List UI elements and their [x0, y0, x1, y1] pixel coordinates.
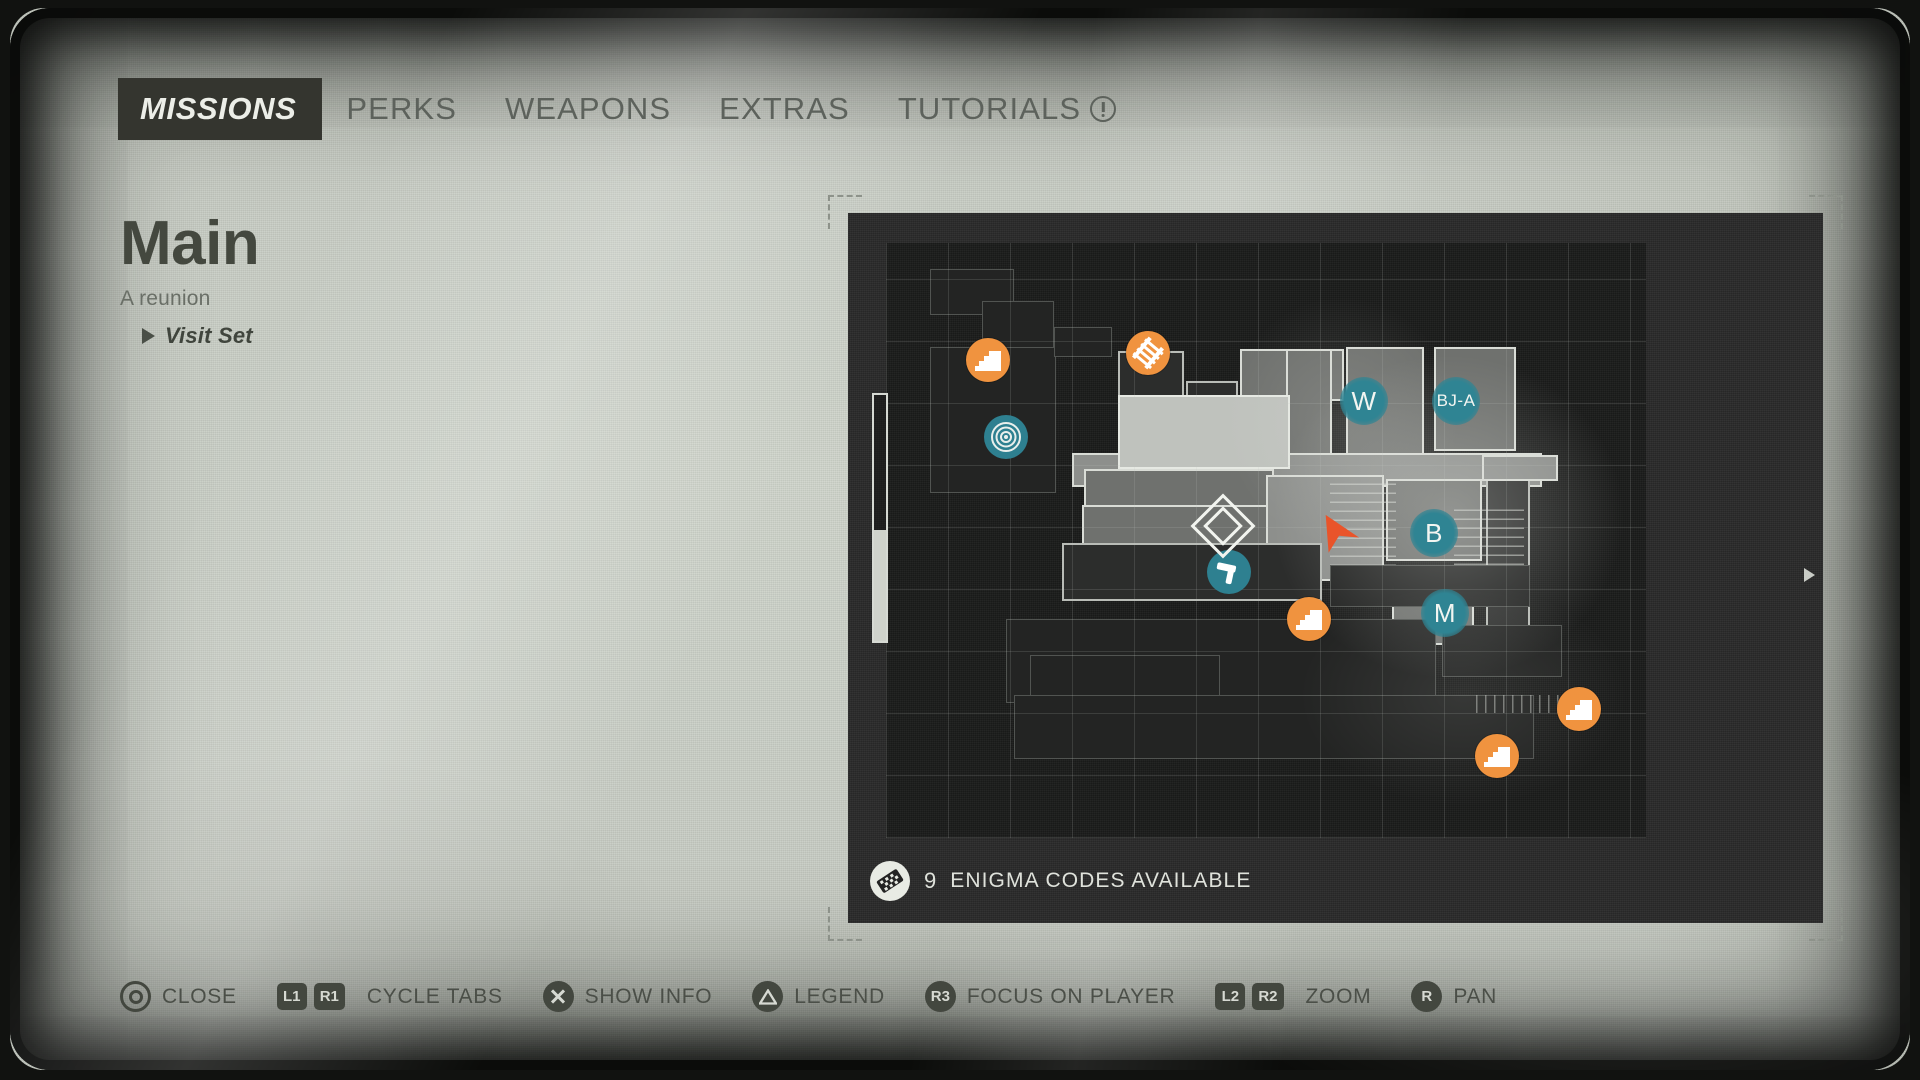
hint-focus-on-player[interactable]: R3 FOCUS ON PLAYER: [924, 981, 1176, 1012]
mission-subtitle: A reunion: [120, 287, 211, 310]
hint-label: LEGEND: [794, 984, 885, 1008]
page-title: Main: [120, 209, 260, 278]
hint-close[interactable]: CLOSE: [120, 981, 237, 1012]
ladder-icon: [1127, 332, 1169, 374]
visit-set-button[interactable]: Visit Set: [142, 323, 259, 349]
visit-set-label: Visit Set: [165, 323, 253, 348]
tab-label: TUTORIALS: [897, 91, 1082, 126]
shoulder-button-group: L1 R1: [276, 983, 345, 1010]
hint-label: CLOSE: [162, 984, 237, 1008]
stairs-icon: [1296, 608, 1322, 630]
map-marker-room-m[interactable]: M: [1421, 589, 1469, 637]
hint-label: SHOW INFO: [584, 984, 713, 1008]
map-viewport[interactable]: W BJ-A B M 9 ENIGMA CODES AVAILABLE: [848, 213, 1823, 923]
target-icon: [991, 422, 1021, 452]
map-marker-ladder-n[interactable]: [1126, 331, 1170, 375]
tab-tutorials[interactable]: TUTORIALS: [874, 79, 1140, 139]
hint-label: FOCUS ON PLAYER: [966, 984, 1176, 1008]
caret-right-icon: [1804, 568, 1815, 582]
button-r-icon: R: [1411, 981, 1443, 1012]
tab-label: WEAPONS: [505, 91, 672, 126]
map-marker-stairs-s[interactable]: [1475, 734, 1519, 778]
button-triangle-icon: [752, 981, 784, 1012]
button-l2-icon: L2: [1215, 983, 1246, 1010]
button-r1-icon: R1: [313, 983, 345, 1010]
hint-label: ZOOM: [1305, 984, 1372, 1008]
shoulder-button-group: L2 R2: [1215, 983, 1284, 1010]
map-marker-stairs-center[interactable]: [1287, 597, 1331, 641]
hammer-icon: [1214, 557, 1244, 587]
hint-zoom[interactable]: L2 R2 ZOOM: [1215, 983, 1371, 1010]
stairs-icon: [975, 349, 1001, 371]
hint-cycle-tabs[interactable]: L1 R1 CYCLE TABS: [276, 983, 503, 1010]
button-hint-bar: CLOSE L1 R1 CYCLE TABS SHOW INFO LEGEND R3 FOCU…: [120, 981, 1537, 1012]
tab-label: PERKS: [346, 91, 457, 126]
hint-legend[interactable]: LEGEND: [752, 981, 885, 1012]
tab-label: MISSIONS: [140, 91, 297, 126]
hint-label: PAN: [1453, 984, 1498, 1008]
map-level-slider[interactable]: [872, 393, 888, 643]
map-marker-label: BJ-A: [1436, 391, 1476, 410]
enigma-count: 9: [924, 868, 937, 893]
button-l1-icon: L1: [276, 983, 307, 1010]
map-marker-label: W: [1351, 385, 1377, 416]
button-r2-icon: R2: [1252, 983, 1284, 1010]
tab-missions[interactable]: MISSIONS: [118, 78, 323, 140]
button-r3-icon: R3: [924, 981, 956, 1012]
map-playfield: W BJ-A B M: [886, 243, 1646, 838]
stairs-icon: [1484, 745, 1510, 767]
map-marker-stairs-nw[interactable]: [966, 338, 1010, 382]
diamond-objective-icon[interactable]: [1190, 493, 1256, 559]
button-cross-icon: [542, 981, 574, 1012]
stairs-icon: [1566, 698, 1592, 720]
map-marker-tool-center[interactable]: [1207, 550, 1251, 594]
menu-canvas: MISSIONS PERKS WEAPONS EXTRAS TUTORIALS Main…: [10, 8, 1910, 1070]
play-triangle-icon: [142, 328, 155, 344]
hint-label: CYCLE TABS: [366, 984, 503, 1008]
enigma-card-icon: [870, 861, 910, 901]
hint-show-info[interactable]: SHOW INFO: [542, 981, 713, 1012]
tab-extras[interactable]: EXTRAS: [695, 79, 874, 139]
exclamation-circle-icon: [1090, 96, 1117, 122]
map-level-slider-fill: [874, 530, 886, 641]
game-screen: MISSIONS PERKS WEAPONS EXTRAS TUTORIALS Main…: [0, 0, 1920, 1080]
map-marker-room-w[interactable]: W: [1340, 377, 1388, 425]
enigma-status-bar: 9 ENIGMA CODES AVAILABLE: [870, 861, 1251, 901]
tab-weapons[interactable]: WEAPONS: [481, 79, 695, 139]
tab-label: EXTRAS: [719, 91, 850, 126]
map-panel[interactable]: W BJ-A B M 9 ENIGMA CODES AVAILABLE: [828, 195, 1843, 941]
map-marker-label: M: [1433, 597, 1457, 628]
tab-perks[interactable]: PERKS: [322, 79, 481, 139]
enigma-label: ENIGMA CODES AVAILABLE: [950, 869, 1252, 892]
tab-bar: MISSIONS PERKS WEAPONS EXTRAS TUTORIALS: [118, 78, 1140, 140]
hint-pan[interactable]: R PAN: [1411, 981, 1497, 1012]
map-marker-room-bj-a[interactable]: BJ-A: [1432, 377, 1480, 425]
button-circle-icon: [120, 981, 151, 1012]
map-marker-label: B: [1425, 517, 1443, 548]
map-marker-target-w[interactable]: [984, 415, 1028, 459]
map-marker-room-b[interactable]: B: [1410, 509, 1458, 557]
map-marker-stairs-se[interactable]: [1557, 687, 1601, 731]
mission-info-panel: Main A reunion Visit Set: [120, 209, 260, 349]
